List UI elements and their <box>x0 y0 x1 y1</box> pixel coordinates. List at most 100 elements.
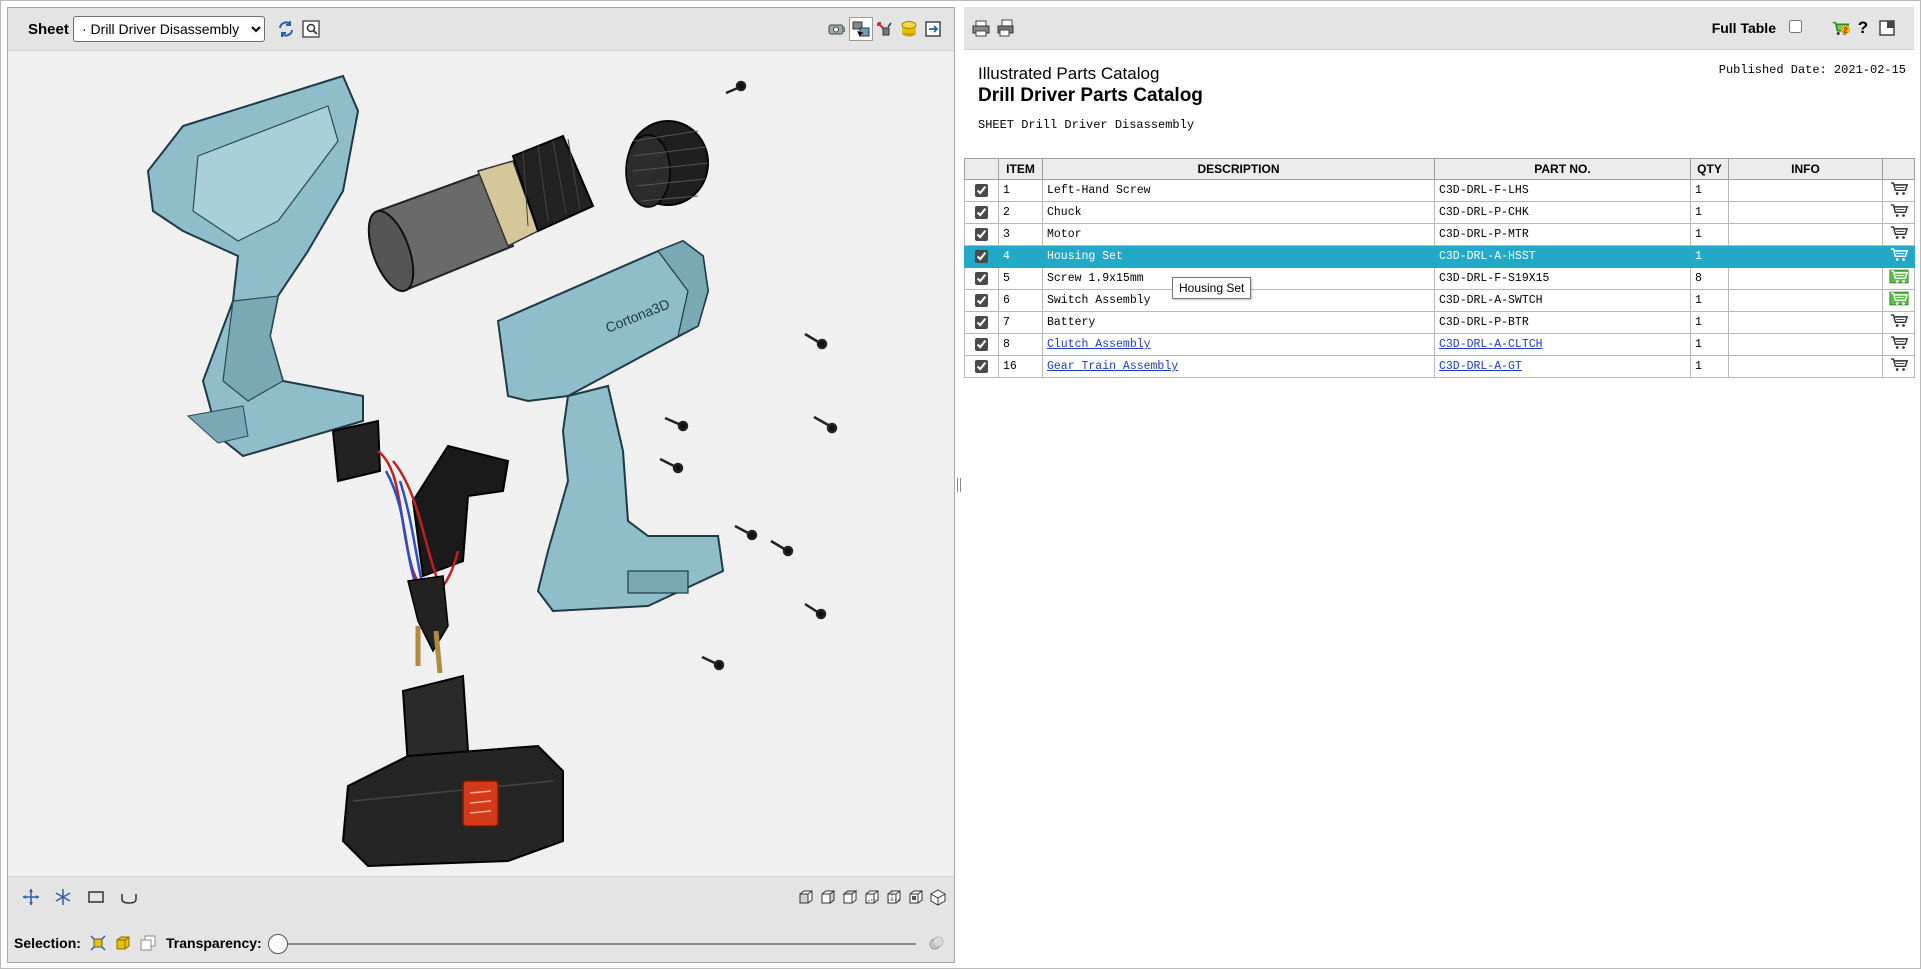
part-no-link[interactable]: C3D-DRL-A-GT <box>1439 360 1522 373</box>
print-sheet-icon[interactable] <box>994 17 1016 39</box>
row-select-cell <box>964 267 999 290</box>
cart-icon[interactable] <box>1889 248 1909 267</box>
row-checkbox[interactable] <box>975 315 988 329</box>
model-viewport[interactable]: Cortona3D <box>8 51 954 877</box>
description-link[interactable]: Clutch Assembly <box>1047 338 1151 351</box>
description-link[interactable]: Gear Train Assembly <box>1047 360 1178 373</box>
row-checkbox[interactable] <box>975 359 988 373</box>
cart-icon[interactable] <box>1889 336 1909 355</box>
cart-icon[interactable] <box>1889 314 1909 333</box>
zoom-fit-icon[interactable] <box>300 18 322 40</box>
view-back-icon[interactable] <box>818 887 838 907</box>
header-part-no[interactable]: PART NO. <box>1434 158 1691 180</box>
catalog-sheet-line: SHEET Drill Driver Disassembly <box>978 118 1195 132</box>
switch-assembly-part[interactable] <box>331 419 510 674</box>
fit-view-icon[interactable] <box>119 887 139 907</box>
transparency-slider-thumb[interactable] <box>268 934 288 954</box>
row-checkbox[interactable] <box>975 271 988 285</box>
table-row[interactable]: 3 Motor C3D-DRL-P-MTR 1 <box>964 223 1915 246</box>
cart-icon[interactable] <box>1889 182 1909 201</box>
table-row[interactable]: 2 Chuck C3D-DRL-P-CHK 1 <box>964 201 1915 224</box>
table-row[interactable]: 4 Housing Set C3D-DRL-A-HSST 1 <box>964 245 1915 268</box>
cart-badge-icon[interactable]: 2 <box>1830 17 1852 39</box>
description-cell: Motor <box>1042 223 1435 246</box>
row-checkbox[interactable] <box>975 227 988 241</box>
row-select-cell <box>964 223 999 246</box>
camera-icon[interactable] <box>826 18 848 40</box>
hide-icon[interactable] <box>898 18 920 40</box>
info-cell <box>1728 223 1883 246</box>
item-cell: 16 <box>998 355 1043 378</box>
item-cell: 5 <box>998 267 1043 290</box>
item-cell: 8 <box>998 333 1043 356</box>
window-toggle-icon[interactable] <box>1876 17 1898 39</box>
view-top-icon[interactable] <box>884 887 904 907</box>
explode-icon[interactable] <box>874 18 896 40</box>
row-checkbox[interactable] <box>975 337 988 351</box>
description-text: Chuck <box>1047 206 1082 219</box>
rotate-icon[interactable] <box>53 887 73 907</box>
motor-part[interactable] <box>360 134 595 297</box>
pan-icon[interactable] <box>21 887 41 907</box>
sheet-label: Sheet <box>28 21 69 38</box>
row-checkbox[interactable] <box>975 183 988 197</box>
row-select-cell <box>964 311 999 334</box>
part-no-link[interactable]: C3D-DRL-A-CLTCH <box>1439 338 1543 351</box>
select-group-mode-icon[interactable] <box>138 933 158 953</box>
view-bottom-icon[interactable] <box>906 887 926 907</box>
info-cell <box>1728 201 1883 224</box>
cart-icon[interactable] <box>1889 358 1909 377</box>
help-icon[interactable]: ? <box>1852 17 1874 39</box>
zoom-box-icon[interactable] <box>86 887 106 907</box>
header-description[interactable]: DESCRIPTION <box>1042 158 1435 180</box>
part-no-cell: C3D-DRL-A-SWTCH <box>1434 289 1691 312</box>
table-row[interactable]: 5 Screw 1.9x15mm C3D-DRL-F-S19X15 8 <box>964 267 1915 290</box>
view-front-icon[interactable] <box>796 887 816 907</box>
header-item[interactable]: ITEM <box>998 158 1043 180</box>
view-right-icon[interactable] <box>862 887 882 907</box>
part-no-cell: C3D-DRL-A-HSST <box>1434 245 1691 268</box>
select-parts-icon[interactable] <box>849 17 873 41</box>
transparency-label: Transparency: <box>166 935 262 951</box>
table-row[interactable]: 16 Gear Train Assembly C3D-DRL-A-GT 1 <box>964 355 1915 378</box>
refresh-icon[interactable] <box>275 18 297 40</box>
panel-splitter[interactable] <box>956 478 962 492</box>
row-checkbox[interactable] <box>975 205 988 219</box>
view-iso-icon[interactable] <box>928 887 948 907</box>
description-cell: Battery <box>1042 311 1435 334</box>
part-no-cell: C3D-DRL-A-GT <box>1434 355 1691 378</box>
housing-left-half[interactable] <box>146 74 364 458</box>
chuck-part[interactable] <box>625 120 709 208</box>
transparency-icon <box>926 933 946 953</box>
tooltip: Housing Set <box>1172 277 1252 299</box>
select-assembly-mode-icon[interactable] <box>113 933 133 953</box>
view-left-icon[interactable] <box>840 887 860 907</box>
header-qty[interactable]: QTY <box>1690 158 1729 180</box>
table-row[interactable]: 6 Switch Assembly C3D-DRL-A-SWTCH 1 <box>964 289 1915 312</box>
row-select-cell <box>964 333 999 356</box>
sheet-select[interactable]: · Drill Driver Disassembly <box>73 16 265 42</box>
part-no-cell: C3D-DRL-A-CLTCH <box>1434 333 1691 356</box>
catalog-subtitle: Drill Driver Parts Catalog <box>978 85 1203 106</box>
table-row[interactable]: 7 Battery C3D-DRL-P-BTR 1 <box>964 311 1915 334</box>
header-info[interactable]: INFO <box>1728 158 1883 180</box>
housing-right-half[interactable]: Cortona3D <box>496 239 725 613</box>
row-checkbox[interactable] <box>975 249 988 263</box>
select-part-mode-icon[interactable] <box>88 933 108 953</box>
row-checkbox[interactable] <box>975 293 988 307</box>
cart-icon[interactable] <box>1889 204 1909 223</box>
full-table-checkbox[interactable] <box>1789 20 1802 33</box>
cart-added-icon[interactable] <box>1888 269 1909 289</box>
cart-icon[interactable] <box>1889 226 1909 245</box>
row-select-cell <box>964 289 999 312</box>
table-header-row: ITEM DESCRIPTION PART NO. QTY INFO <box>964 158 1915 180</box>
table-row[interactable]: 1 Left-Hand Screw C3D-DRL-F-LHS 1 <box>964 179 1915 202</box>
exit-icon[interactable] <box>922 18 944 40</box>
cart-added-icon[interactable] <box>1888 291 1909 311</box>
selection-label: Selection: <box>14 935 81 951</box>
parts-table: ITEM DESCRIPTION PART NO. QTY INFO 1 Left… <box>964 158 1915 378</box>
transparency-slider-track[interactable] <box>276 943 916 945</box>
battery-part[interactable] <box>341 674 564 868</box>
table-row[interactable]: 8 Clutch Assembly C3D-DRL-A-CLTCH 1 <box>964 333 1915 356</box>
print-icon[interactable] <box>970 17 992 39</box>
